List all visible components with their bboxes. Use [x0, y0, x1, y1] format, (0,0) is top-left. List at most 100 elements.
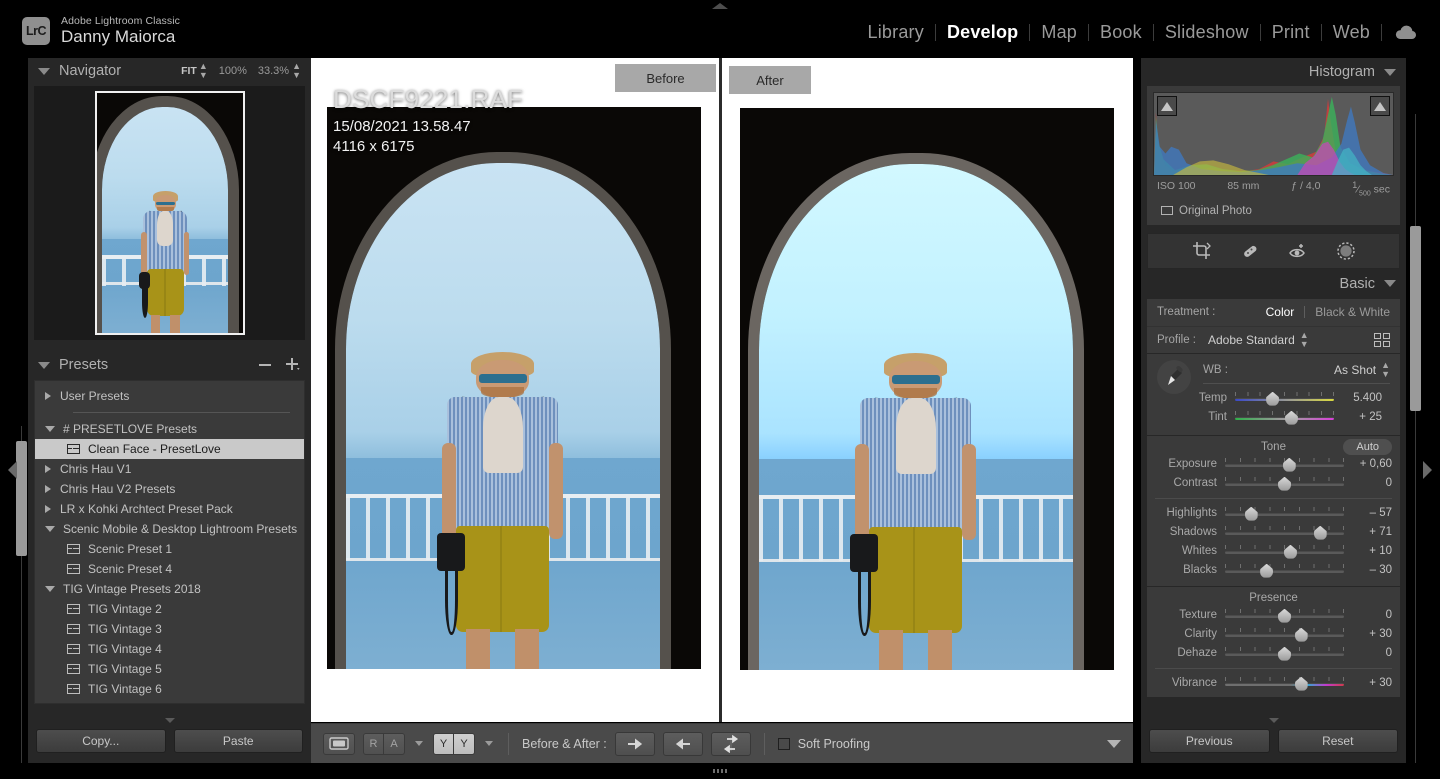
slider-contrast[interactable]: Contrast 0 — [1147, 474, 1400, 493]
masking-icon[interactable] — [1336, 241, 1356, 261]
before-photo[interactable] — [327, 107, 701, 669]
slider-texture[interactable]: Texture 0 — [1147, 606, 1400, 625]
auto-tone-button[interactable]: Auto — [1343, 438, 1392, 455]
slider-dehaze[interactable]: Dehaze 0 — [1147, 644, 1400, 663]
profile-browser-icon[interactable] — [1374, 332, 1390, 347]
red-eye-correction-icon[interactable] — [1288, 241, 1308, 261]
basic-panel-header[interactable]: Basic — [1141, 269, 1406, 299]
slider-value[interactable]: + 30 — [1352, 677, 1392, 689]
module-map[interactable]: Map — [1030, 22, 1088, 43]
navigator-header[interactable]: Navigator FIT ▲ ▼ 100% 33.3% ▲ ▼ — [28, 58, 311, 84]
add-preset-icon[interactable] — [285, 357, 301, 373]
preset-group-chris-hau-v2[interactable]: Chris Hau V2 Presets — [35, 479, 304, 499]
slider-value[interactable]: – 57 — [1352, 507, 1392, 519]
slider-tint[interactable]: Tint + 25 — [1157, 408, 1390, 427]
collapse-left-panel-arrow[interactable] — [8, 461, 17, 479]
reset-button[interactable]: Reset — [1277, 728, 1398, 753]
slider-track-area[interactable] — [1235, 389, 1334, 408]
slider-value[interactable]: + 0,60 — [1352, 458, 1392, 470]
preset-group-user-presets[interactable]: User Presets — [35, 386, 304, 406]
right-footer-handle-icon[interactable] — [1268, 718, 1279, 723]
slider-value[interactable]: 5.400 — [1342, 392, 1382, 404]
module-book[interactable]: Book — [1089, 22, 1153, 43]
loupe-view-button[interactable] — [323, 732, 355, 755]
filmstrip-handle[interactable] — [0, 763, 1440, 779]
slider-value[interactable]: + 71 — [1352, 526, 1392, 538]
slider-track-area[interactable] — [1225, 504, 1344, 523]
slider-value[interactable]: 0 — [1352, 647, 1392, 659]
navigator-preview[interactable] — [34, 86, 305, 340]
profile-value[interactable]: Adobe Standard — [1208, 333, 1295, 347]
profile-stepper-icon[interactable]: ▲ ▼ — [1300, 331, 1309, 349]
after-photo[interactable] — [740, 108, 1114, 670]
slider-highlights[interactable]: Highlights – 57 — [1147, 504, 1400, 523]
module-print[interactable]: Print — [1261, 22, 1321, 43]
slider-shadows[interactable]: Shadows + 71 — [1147, 523, 1400, 542]
preset-group-chris-hau-v1[interactable]: Chris Hau V1 — [35, 459, 304, 479]
preset-item-tig-vintage-6[interactable]: TIG Vintage 6 — [35, 679, 304, 699]
cloud-sync-icon[interactable] — [1382, 25, 1426, 41]
reference-view-caret-icon[interactable] — [415, 741, 423, 746]
zoom-100-label[interactable]: 100% — [219, 65, 247, 77]
slider-track-area[interactable] — [1225, 674, 1344, 693]
left-scrollbar-thumb[interactable] — [16, 441, 27, 556]
slider-exposure[interactable]: Exposure + 0,60 — [1147, 455, 1400, 474]
slider-track-area[interactable] — [1225, 561, 1344, 580]
histogram-header[interactable]: Histogram — [1141, 58, 1406, 86]
preset-item-scenic-4[interactable]: Scenic Preset 4 — [35, 559, 304, 579]
right-scrollbar-thumb[interactable] — [1410, 226, 1421, 411]
basic-twisty-icon[interactable] — [1384, 280, 1396, 288]
collapse-right-panel-arrow[interactable] — [1423, 461, 1432, 479]
remove-preset-icon[interactable] — [258, 358, 272, 372]
zoom-custom-label[interactable]: 33.3% — [258, 65, 289, 77]
module-library[interactable]: Library — [857, 22, 935, 43]
swap-before-after-button[interactable] — [710, 731, 751, 756]
slider-track-area[interactable] — [1225, 474, 1344, 493]
left-footer-handle-icon[interactable] — [164, 718, 175, 723]
preset-group-presetlove[interactable]: # PRESETLOVE Presets — [35, 419, 304, 439]
preset-item-scenic-1[interactable]: Scenic Preset 1 — [35, 539, 304, 559]
before-view-segment[interactable]: Y — [433, 732, 454, 755]
slider-track-area[interactable] — [1225, 523, 1344, 542]
image-display-area[interactable] — [311, 58, 1133, 722]
module-develop[interactable]: Develop — [936, 22, 1029, 43]
slider-vibrance[interactable]: Vibrance + 30 — [1147, 674, 1400, 693]
preset-group-scenic[interactable]: Scenic Mobile & Desktop Lightroom Preset… — [35, 519, 304, 539]
zoom-custom-stepper-icon[interactable]: ▲ ▼ — [292, 62, 301, 80]
slider-value[interactable]: 0 — [1352, 477, 1392, 489]
copy-before-to-after-button[interactable] — [614, 731, 655, 756]
top-panel-handle[interactable] — [0, 0, 1440, 12]
zoom-fit-stepper-icon[interactable]: ▲ ▼ — [199, 62, 208, 80]
original-photo-row[interactable]: Original Photo — [1153, 198, 1394, 221]
presets-list[interactable]: User Presets # PRESETLOVE Presets Clean … — [34, 380, 305, 704]
before-after-toggle[interactable]: Y Y — [433, 732, 475, 755]
after-view-segment[interactable]: Y — [454, 732, 475, 755]
white-balance-selector-icon[interactable] — [1157, 359, 1191, 394]
slider-value[interactable]: 0 — [1352, 609, 1392, 621]
module-slideshow[interactable]: Slideshow — [1154, 22, 1260, 43]
slider-whites[interactable]: Whites + 10 — [1147, 542, 1400, 561]
previous-button[interactable]: Previous — [1149, 728, 1270, 753]
navigator-twisty-icon[interactable] — [38, 67, 50, 75]
slider-value[interactable]: + 10 — [1352, 545, 1392, 557]
preset-item-tig-vintage-3[interactable]: TIG Vintage 3 — [35, 619, 304, 639]
before-after-caret-icon[interactable] — [485, 741, 493, 746]
copy-after-to-before-button[interactable] — [662, 731, 703, 756]
slider-track-area[interactable] — [1225, 644, 1344, 663]
histogram-graph[interactable] — [1153, 92, 1394, 176]
preset-item-tig-vintage-2[interactable]: TIG Vintage 2 — [35, 599, 304, 619]
slider-value[interactable]: + 25 — [1342, 411, 1382, 423]
preset-group-tig-vintage[interactable]: TIG Vintage Presets 2018 — [35, 579, 304, 599]
presets-header[interactable]: Presets — [28, 352, 311, 378]
slider-temp[interactable]: Temp 5.400 — [1157, 389, 1390, 408]
slider-clarity[interactable]: Clarity + 30 — [1147, 625, 1400, 644]
preset-group-kohki[interactable]: LR x Kohki Archtect Preset Pack — [35, 499, 304, 519]
crop-overlay-icon[interactable] — [1192, 241, 1212, 261]
preset-item-tig-vintage-5[interactable]: TIG Vintage 5 — [35, 659, 304, 679]
active-view-segment[interactable]: A — [384, 732, 405, 755]
highlight-clipping-button[interactable] — [1370, 96, 1390, 116]
wb-value[interactable]: As Shot ▲ ▼ — [1334, 361, 1390, 379]
shadow-clipping-button[interactable] — [1157, 96, 1177, 116]
wb-stepper-icon[interactable]: ▲ ▼ — [1381, 361, 1390, 379]
slider-track-area[interactable] — [1225, 625, 1344, 644]
